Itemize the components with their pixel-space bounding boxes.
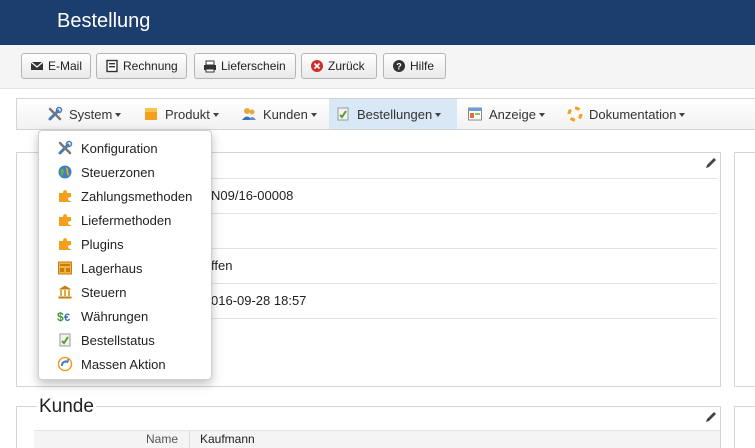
globe-icon: [57, 164, 73, 180]
menu-product[interactable]: Produkt: [137, 99, 225, 129]
puzzle-icon: [57, 188, 73, 204]
column-divider: [189, 431, 190, 448]
delivery-note-button-label: Lieferschein: [221, 59, 286, 73]
menu-item-shipping-methods[interactable]: Liefermethoden: [57, 209, 171, 231]
row-divider: [197, 318, 717, 319]
page-title: Bestellung: [57, 10, 151, 32]
delivery-note-button[interactable]: Lieferschein: [194, 53, 296, 79]
order-number-value: N09/16-00008: [211, 188, 294, 203]
svg-text:$: $: [57, 310, 64, 324]
edit-pencil-icon[interactable]: [704, 410, 718, 424]
menu-product-label: Produkt: [165, 106, 210, 122]
orders-clipboard-icon: [335, 106, 351, 122]
chevron-down-icon: [310, 113, 317, 117]
delivery-note-icon: [203, 59, 217, 73]
menu-system[interactable]: System: [41, 99, 127, 129]
row-divider: [197, 248, 717, 249]
product-box-icon: [143, 106, 159, 122]
customer-legend: Kunde: [37, 396, 96, 418]
menu-orders[interactable]: Bestellungen: [329, 99, 457, 129]
edit-pencil-icon[interactable]: [704, 156, 718, 170]
menu-item-label: Steuern: [81, 284, 127, 300]
menu-item-mass-action[interactable]: Massen Aktion: [57, 353, 166, 375]
menu-item-label: Massen Aktion: [81, 356, 166, 372]
order-status-value: ffen: [211, 258, 233, 273]
chevron-down-icon: [538, 113, 545, 117]
menu-display-label: Anzeige: [489, 106, 536, 122]
side-panel-lower: [734, 406, 755, 448]
menu-documentation[interactable]: Dokumentation: [561, 99, 691, 129]
puzzle-icon: [57, 212, 73, 228]
chevron-down-icon: [679, 113, 686, 117]
help-icon: ?: [392, 59, 406, 73]
menu-customers-label: Kunden: [263, 106, 308, 122]
invoice-button[interactable]: Rechnung: [96, 53, 187, 79]
email-button-label: E-Mail: [48, 59, 83, 73]
menu-item-currencies[interactable]: $ € Währungen: [57, 305, 148, 327]
menu-item-label: Steuerzonen: [81, 164, 155, 180]
envelope-icon: [30, 59, 44, 73]
menu-item-label: Lagerhaus: [81, 260, 143, 276]
mass-action-icon: [57, 356, 73, 372]
menu-documentation-label: Dokumentation: [589, 106, 677, 122]
row-divider: [197, 213, 717, 214]
display-window-icon: [467, 106, 483, 122]
menu-item-label: Konfiguration: [81, 140, 158, 156]
menu-item-configuration[interactable]: Konfiguration: [57, 137, 158, 159]
lifebuoy-icon: [567, 106, 583, 122]
currency-icon: $ €: [57, 308, 73, 324]
back-button-label: Zurück: [328, 59, 365, 73]
menu-item-tax-zones[interactable]: Steuerzonen: [57, 161, 155, 183]
menu-item-taxes[interactable]: Steuern: [57, 281, 127, 303]
header-bar: Bestellung: [0, 0, 755, 45]
menu-item-label: Zahlungsmethoden: [81, 188, 193, 204]
menu-orders-label: Bestellungen: [357, 106, 433, 122]
menu-item-label: Plugins: [81, 236, 124, 252]
warehouse-icon: [57, 260, 73, 276]
menu-item-label: Bestellstatus: [81, 332, 155, 348]
help-button-label: Hilfe: [410, 59, 435, 73]
menu-item-label: Währungen: [81, 308, 149, 324]
puzzle-icon: [57, 236, 73, 252]
tools-icon: [57, 140, 73, 156]
row-divider: [197, 283, 717, 284]
customer-table-row: Name Kaufmann: [34, 430, 720, 448]
tools-icon: [47, 106, 63, 122]
menu-item-plugins[interactable]: Plugins: [57, 233, 124, 255]
menu-item-warehouse[interactable]: Lagerhaus: [57, 257, 142, 279]
email-button[interactable]: E-Mail: [21, 53, 91, 79]
users-icon: [241, 106, 257, 122]
order-status-icon: [57, 332, 73, 348]
menu-item-label: Liefermethoden: [81, 212, 172, 228]
row-divider: [197, 178, 717, 179]
svg-text:€: €: [64, 312, 70, 324]
order-date-value: 016-09-28 18:57: [211, 293, 307, 308]
customer-name-label: Name: [146, 432, 179, 446]
bank-icon: [57, 284, 73, 300]
chevron-down-icon: [115, 113, 122, 117]
menu-system-label: System: [69, 106, 113, 122]
invoice-button-label: Rechnung: [123, 59, 178, 73]
main-menu-bar: System Produkt Kunden Bestellungen Anzei…: [16, 98, 755, 130]
side-panel: [734, 152, 755, 387]
toolbar: E-Mail Rechnung Lieferschein Zurück ? Hi…: [0, 45, 755, 89]
menu-customers[interactable]: Kunden: [235, 99, 323, 129]
help-button[interactable]: ? Hilfe: [383, 53, 446, 79]
menu-item-order-status[interactable]: Bestellstatus: [57, 329, 155, 351]
back-button[interactable]: Zurück: [301, 53, 377, 79]
chevron-down-icon: [435, 113, 442, 117]
invoice-icon: [105, 59, 119, 73]
menu-display[interactable]: Anzeige: [461, 99, 551, 129]
chevron-down-icon: [212, 113, 219, 117]
cancel-circle-icon: [310, 59, 324, 73]
svg-text:?: ?: [396, 62, 402, 72]
menu-item-payment-methods[interactable]: Zahlungsmethoden: [57, 185, 192, 207]
customer-name-value: Kaufmann: [200, 432, 255, 446]
system-dropdown-menu: Konfiguration Steuerzonen Zahlungsmethod…: [38, 130, 212, 380]
